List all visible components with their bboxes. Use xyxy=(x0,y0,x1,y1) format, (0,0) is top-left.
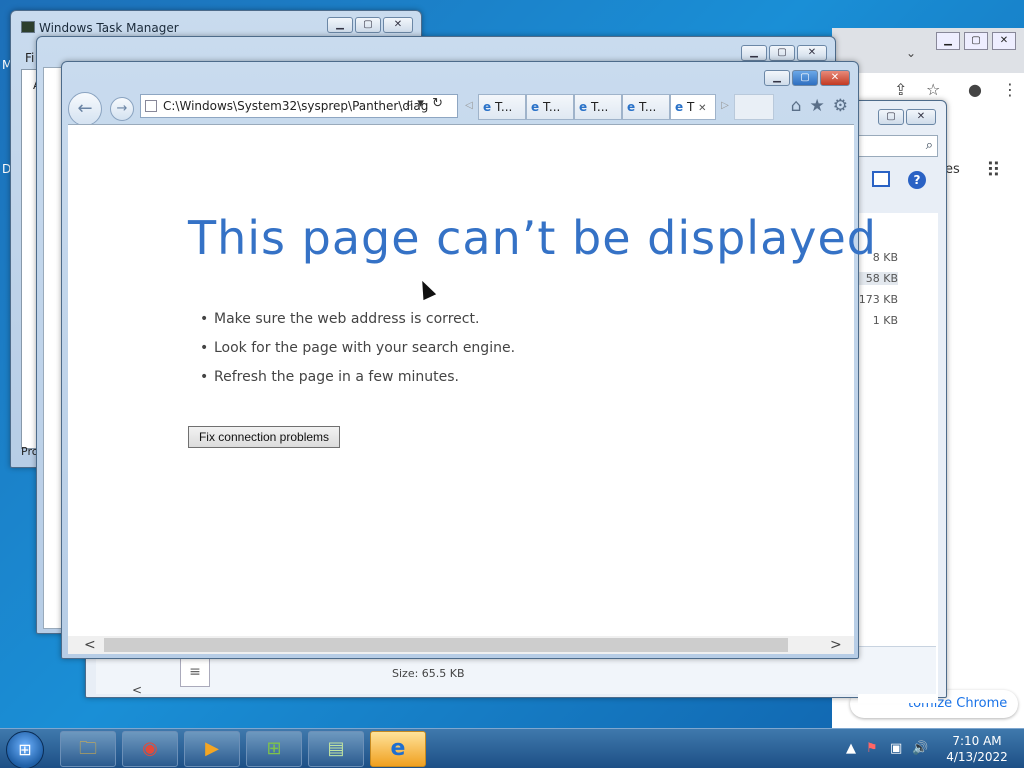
details-size-value: 65.5 KB xyxy=(421,667,465,680)
address-text[interactable]: C:\Windows\System32\sysprep\Panther\diag xyxy=(163,99,428,113)
taskbar-windows-update[interactable]: ⊞ xyxy=(246,731,302,767)
close-tab-icon[interactable]: ✕ xyxy=(698,103,706,114)
close-button[interactable]: ✕ xyxy=(797,45,827,61)
system-tray: ▲ ⚑ ▣ 🔊 7:10 AM 4/13/2022 xyxy=(846,733,1016,768)
ie-page-icon: e xyxy=(627,100,636,114)
suggestion-list: Make sure the web address is correct. Lo… xyxy=(214,305,515,392)
page-icon xyxy=(145,100,157,112)
taskbar-explorer[interactable]: 🗀 xyxy=(60,731,116,767)
action-center-flag-icon[interactable]: ⚑ xyxy=(866,741,878,756)
network-icon[interactable]: ▣ xyxy=(890,741,902,756)
tab-active[interactable]: e T ✕ xyxy=(670,94,716,120)
scroll-left-arrow[interactable]: < xyxy=(132,683,142,697)
scroll-right-arrow[interactable]: > xyxy=(830,636,842,654)
maximize-button[interactable]: ▢ xyxy=(964,32,988,50)
ie-page-icon: e xyxy=(579,100,588,114)
taskbar-internet-explorer[interactable]: e xyxy=(370,731,426,767)
tab-label: T xyxy=(686,100,695,114)
scroll-left-arrow[interactable]: < xyxy=(84,636,96,654)
address-tools: ⌕ ▾ ↻ xyxy=(406,96,443,111)
minimize-button[interactable]: ▁ xyxy=(936,32,960,50)
close-button[interactable]: ✕ xyxy=(992,32,1016,50)
file-menu[interactable]: Fi xyxy=(25,51,34,65)
share-icon[interactable]: ⇪ xyxy=(894,80,907,99)
ie-page-icon: e xyxy=(483,100,492,114)
clock-date: 4/13/2022 xyxy=(946,750,1008,764)
new-tab-button[interactable] xyxy=(734,94,774,120)
close-button[interactable]: ✕ xyxy=(906,109,936,125)
clock[interactable]: 7:10 AM 4/13/2022 xyxy=(942,733,1012,765)
minimize-button[interactable]: ▁ xyxy=(764,70,790,86)
file-icon: ≡ xyxy=(180,657,210,687)
taskbar-chrome[interactable]: ◉ xyxy=(122,731,178,767)
maximize-button[interactable]: ▢ xyxy=(355,17,381,33)
maximize-button[interactable]: ▢ xyxy=(878,109,904,125)
volume-icon[interactable]: 🔊 xyxy=(912,741,928,756)
tab-label: T... xyxy=(638,100,657,114)
tab[interactable]: e T... xyxy=(526,94,574,120)
forward-button[interactable]: → xyxy=(110,97,134,121)
page-content: This page can’t be displayed Make sure t… xyxy=(68,124,876,636)
star-icon[interactable]: ☆ xyxy=(926,80,940,99)
close-button[interactable]: ✕ xyxy=(383,17,413,33)
ie-command-icons: ⌂ ★ ⚙ xyxy=(791,96,848,116)
tab-label: T... xyxy=(590,100,609,114)
tab-strip: ◁ e T... e T... e T... e T... e T ✕ ▷ xyxy=(460,94,774,120)
internet-explorer-window[interactable]: ▁ ▢ ✕ ← → C:\Windows\System32\sysprep\Pa… xyxy=(61,61,876,659)
account-icon[interactable]: ● xyxy=(968,80,982,99)
list-item: Look for the page with your search engin… xyxy=(214,334,515,363)
tab[interactable]: e T... xyxy=(478,94,526,120)
maximize-button[interactable]: ▢ xyxy=(792,70,818,86)
tab-scroll-left[interactable]: ◁ xyxy=(460,94,478,120)
close-button[interactable]: ✕ xyxy=(820,70,850,86)
taskbar-task-manager[interactable]: ▤ xyxy=(308,731,364,767)
tab-label: T... xyxy=(494,100,513,114)
minimize-button[interactable]: ▁ xyxy=(741,45,767,61)
error-heading: This page can’t be displayed xyxy=(188,211,878,265)
fix-connection-button[interactable]: Fix connection problems xyxy=(188,426,340,448)
gear-icon[interactable]: ⚙ xyxy=(833,96,848,116)
scroll-thumb[interactable] xyxy=(104,638,788,652)
search-icon[interactable]: ⌕ xyxy=(406,96,413,111)
home-icon[interactable]: ⌂ xyxy=(791,96,802,116)
clock-time: 7:10 AM xyxy=(952,734,1002,748)
list-item: Make sure the web address is correct. xyxy=(214,305,515,334)
details-size: Size: 65.5 KB xyxy=(392,667,465,680)
tab[interactable]: e T... xyxy=(622,94,670,120)
apps-label[interactable]: es xyxy=(945,162,960,177)
tab-label: T... xyxy=(542,100,561,114)
favorites-icon[interactable]: ★ xyxy=(810,96,825,116)
dropdown-icon[interactable]: ▾ xyxy=(417,96,424,111)
minimize-button[interactable]: ▁ xyxy=(327,17,353,33)
ie-page-icon: e xyxy=(675,100,684,114)
maximize-button[interactable]: ▢ xyxy=(769,45,795,61)
chevron-down-icon[interactable]: ⌄ xyxy=(906,46,916,60)
back-button[interactable]: ← xyxy=(68,92,102,126)
details-size-label: Size: xyxy=(392,667,419,680)
taskbar-media-player[interactable]: ▶ xyxy=(184,731,240,767)
list-item: Refresh the page in a few minutes. xyxy=(214,363,515,392)
start-button[interactable]: ⊞ xyxy=(6,731,44,768)
tab[interactable]: e T... xyxy=(574,94,622,120)
apps-grid-icon[interactable]: ⠿ xyxy=(986,158,1001,182)
refresh-icon[interactable]: ↻ xyxy=(432,96,443,111)
search-icon[interactable]: ⌕ xyxy=(926,138,933,153)
search-box[interactable]: ⌕ xyxy=(848,135,938,157)
ie-navigation-bar: ← → C:\Windows\System32\sysprep\Panther\… xyxy=(68,92,854,126)
tab-scroll-right[interactable]: ▷ xyxy=(716,94,734,120)
task-manager-title: Windows Task Manager xyxy=(39,21,179,35)
taskbar: ⊞ 🗀 ◉ ▶ ⊞ ▤ e ▲ ⚑ ▣ 🔊 7:10 AM 4/13/2022 xyxy=(0,728,1024,768)
ie-page-icon: e xyxy=(531,100,540,114)
menu-icon[interactable]: ⋮ xyxy=(1002,80,1018,99)
show-hidden-icons[interactable]: ▲ xyxy=(846,741,856,756)
preview-pane-icon[interactable] xyxy=(872,171,890,187)
task-manager-app-icon xyxy=(21,21,35,33)
file-list xyxy=(858,213,938,703)
horizontal-scrollbar[interactable]: < > xyxy=(68,636,854,654)
help-icon[interactable]: ? xyxy=(908,171,926,189)
